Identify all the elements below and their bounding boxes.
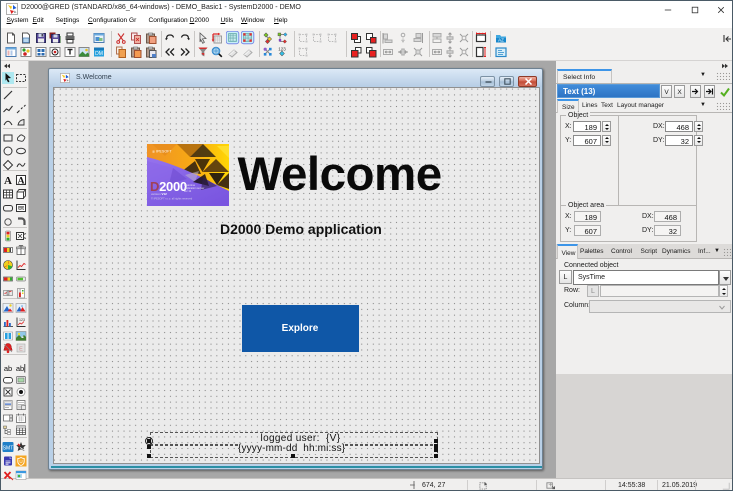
svg-text:E: E	[19, 347, 23, 353]
svg-text:AZ: AZ	[498, 38, 504, 43]
svg-text:123: 123	[19, 318, 25, 322]
svg-text:A: A	[18, 177, 25, 187]
svg-text:123: 123	[278, 47, 286, 52]
svg-text:ver 12: ver 12	[184, 189, 192, 193]
svg-text:U: U	[19, 459, 22, 464]
svg-text:© IPESOFT s.r.o. all rights re: © IPESOFT s.r.o. all rights reserved	[151, 197, 193, 201]
svg-text:DM: DM	[95, 51, 103, 57]
svg-text:◎ IPESOFT: ◎ IPESOFT	[152, 150, 172, 154]
svg-text:version V12: version V12	[151, 192, 167, 196]
svg-text:SMT: SMT	[2, 445, 13, 451]
svg-text:ab: ab	[16, 364, 24, 373]
svg-text:ab: ab	[3, 364, 11, 373]
svg-text:A: A	[4, 175, 12, 186]
